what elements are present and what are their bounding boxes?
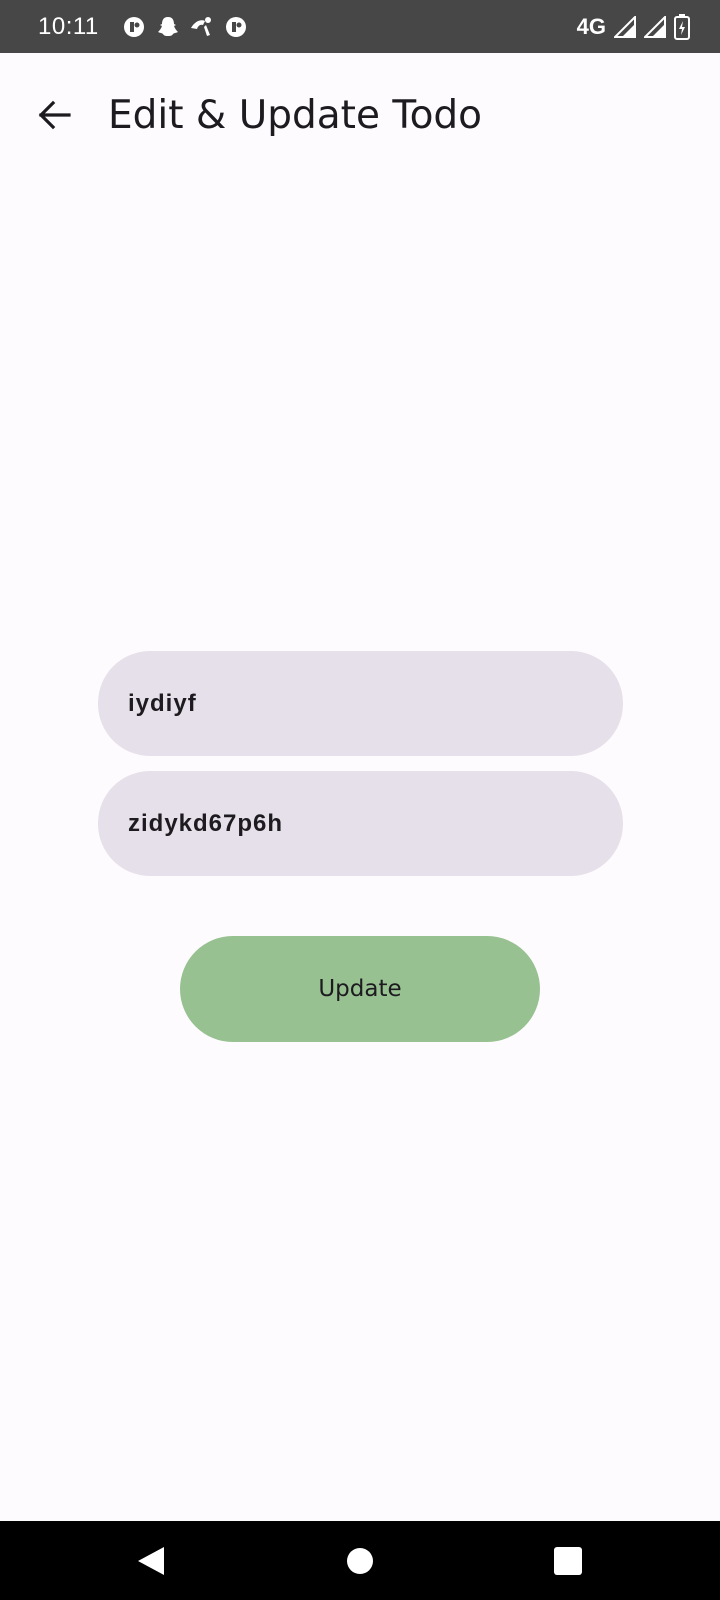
page-title: Edit & Update Todo: [108, 92, 483, 138]
title-input[interactable]: [98, 651, 623, 756]
back-triangle-icon: [138, 1546, 164, 1575]
status-bar: 10:11 4G: [0, 0, 720, 53]
network-label: 4G: [576, 13, 606, 39]
notification-app-icon: [121, 14, 147, 40]
description-input[interactable]: [98, 771, 623, 876]
todo-form: [98, 651, 623, 876]
nav-recents-button[interactable]: [518, 1521, 618, 1600]
status-time: 10:11: [38, 12, 99, 40]
signal-icon: [644, 15, 666, 38]
snapchat-icon: [155, 14, 181, 40]
home-circle-icon: [347, 1547, 373, 1574]
navigation-bar: [0, 1521, 720, 1600]
status-left: 10:11: [38, 13, 257, 41]
update-button[interactable]: Update: [180, 936, 540, 1042]
recents-square-icon: [554, 1546, 582, 1575]
status-right: 4G: [576, 13, 690, 40]
arrow-left-icon: [38, 100, 71, 130]
phone-icon: [189, 14, 215, 40]
nav-home-button[interactable]: [310, 1521, 410, 1600]
notification-app-icon: [223, 14, 249, 40]
signal-icon: [614, 15, 636, 38]
app-bar: Edit & Update Todo: [0, 53, 720, 177]
nav-back-button[interactable]: [101, 1521, 201, 1600]
back-button[interactable]: [26, 87, 82, 143]
battery-charging-icon: [674, 13, 690, 40]
